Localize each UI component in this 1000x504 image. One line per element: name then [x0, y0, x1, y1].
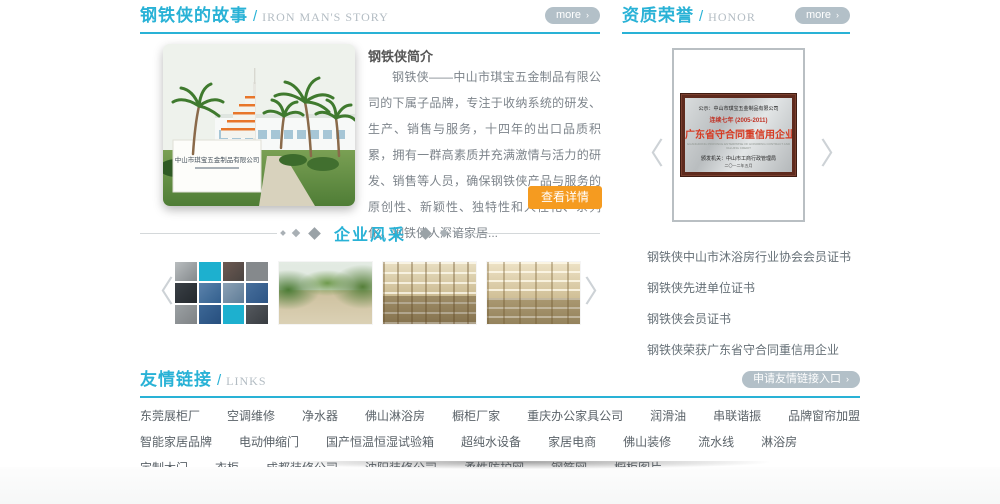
header-slash: / [217, 372, 221, 389]
friend-link[interactable]: 家居电商 [548, 435, 596, 449]
honor-more-button[interactable]: more › [795, 7, 850, 24]
content-bottom-shadow [150, 461, 890, 472]
honor-list-item[interactable]: 钢铁侠先进单位证书 [647, 279, 857, 296]
showcase-thumbnail-mosaic[interactable] [175, 262, 268, 324]
honor-list-item[interactable]: 钢铁侠中山市沐浴房行业协会会员证书 [647, 248, 857, 265]
about-paragraph: 钢铁侠——中山市琪宝五金制品有限公司的下属子品牌，专注于收纳系统的研发、生产、销… [368, 64, 601, 246]
mosaic-cell [175, 305, 197, 324]
friend-link[interactable]: 润滑油 [650, 409, 686, 423]
showcase-thumbnail-road[interactable] [279, 262, 372, 324]
honor-header-text: 资质荣誉 / HONOR [622, 1, 756, 26]
friend-link[interactable]: 东莞展柜厂 [140, 409, 200, 423]
showcase-next-arrow[interactable]: 〉 [584, 278, 614, 308]
mosaic-cell [246, 283, 268, 302]
honor-list-item[interactable]: 钢铁侠荣获广东省守合同重信用企业 [647, 341, 857, 358]
honor-subtitle: HONOR [708, 10, 756, 25]
plaque-years-line: 连续七年 (2005-2011) [685, 115, 792, 124]
mosaic-cell [223, 262, 245, 281]
gate-sign-text: 中山市琪宝五金制品有限公司 [175, 155, 260, 164]
plaque-company-line: 公示：中山市琪宝五金制品有限公司 [685, 105, 792, 112]
header-slash: / [699, 8, 703, 25]
honor-section-header: 资质荣誉 / HONOR more › [622, 2, 850, 34]
divider-line-right [463, 233, 600, 234]
honor-next-arrow[interactable]: 〉 [820, 140, 850, 170]
links-subtitle: LINKS [226, 374, 266, 389]
friend-link[interactable]: 超纯水设备 [461, 435, 521, 449]
diamond-dot-icon [454, 230, 460, 236]
story-section-header: 钢铁侠的故事 / IRON MAN'S STORY more › [140, 2, 600, 34]
showcase-prev-arrow[interactable]: 〈 [144, 278, 174, 308]
diamond-dot-icon [280, 230, 286, 236]
diamond-icon [308, 227, 321, 240]
certificate-plaque-face: 公示：中山市琪宝五金制品有限公司 连续七年 (2005-2011) 广东省守合同… [685, 98, 792, 172]
page: 钢铁侠的故事 / IRON MAN'S STORY more › [0, 0, 1000, 504]
mosaic-cell [175, 262, 197, 281]
chevron-right-icon: › [846, 374, 849, 384]
honor-more-label: more [806, 9, 831, 21]
footer-band [0, 467, 1000, 504]
mosaic-cell [223, 283, 245, 302]
showcase-thumbnail-workshop1[interactable] [383, 262, 476, 324]
about-heading: 钢铁侠简介 [368, 46, 600, 65]
apply-link-button[interactable]: 申请友情链接入口 › [742, 371, 860, 388]
diamond-dot-icon [292, 229, 300, 237]
mosaic-cell [199, 305, 221, 324]
friend-link[interactable]: 串联谐振 [713, 409, 761, 423]
showcase-divider: 企业风采 [140, 222, 600, 244]
mosaic-cell [223, 305, 245, 324]
story-title: 钢铁侠的故事 [140, 1, 248, 26]
certificate-plaque: 公示：中山市琪宝五金制品有限公司 连续七年 (2005-2011) 广东省守合同… [680, 93, 797, 177]
honor-prev-arrow[interactable]: 〈 [634, 140, 664, 170]
links-title: 友情链接 [140, 365, 212, 390]
diamond-icon [419, 227, 432, 240]
view-details-button[interactable]: 查看详情 [528, 186, 602, 209]
friend-link[interactable]: 流水线 [698, 435, 734, 449]
friend-link[interactable]: 重庆办公家具公司 [527, 409, 623, 423]
friend-link[interactable]: 智能家居品牌 [140, 435, 212, 449]
showcase-thumbnail-workshop2[interactable] [487, 262, 580, 324]
friend-link[interactable]: 电动伸缩门 [239, 435, 299, 449]
mosaic-cell [246, 262, 268, 281]
plaque-award-title: 广东省守合同重信用企业 [685, 126, 792, 141]
chevron-right-icon: › [836, 10, 839, 20]
story-more-label: more [556, 9, 581, 21]
links-section-header: 友情链接 / LINKS 申请友情链接入口 › [140, 366, 860, 398]
friend-link[interactable]: 佛山淋浴房 [365, 409, 425, 423]
chevron-right-icon: › [586, 10, 589, 20]
story-header-text: 钢铁侠的故事 / IRON MAN'S STORY [140, 1, 389, 26]
story-subtitle: IRON MAN'S STORY [262, 10, 389, 25]
friend-link[interactable]: 佛山装修 [623, 435, 671, 449]
mosaic-cell [246, 305, 268, 324]
showcase-title: 企业风采 [334, 221, 406, 245]
honor-list: 钢铁侠中山市沐浴房行业协会会员证书钢铁侠先进单位证书钢铁侠会员证书钢铁侠荣获广东… [647, 248, 857, 372]
story-more-button[interactable]: more › [545, 7, 600, 24]
mosaic-cell [199, 262, 221, 281]
friend-link[interactable]: 橱柜厂家 [452, 409, 500, 423]
divider-line-left [140, 233, 277, 234]
friend-link[interactable]: 淋浴房 [761, 435, 797, 449]
friend-link[interactable]: 空调维修 [227, 409, 275, 423]
mosaic-cell [175, 283, 197, 302]
certificate-card[interactable]: 公示：中山市琪宝五金制品有限公司 连续七年 (2005-2011) 广东省守合同… [672, 48, 805, 222]
apply-link-label: 申请友情链接入口 [753, 373, 841, 385]
company-photo[interactable]: 中山市琪宝五金制品有限公司 [163, 44, 355, 206]
header-slash: / [253, 8, 257, 25]
plaque-english-line: GUANGDONG PROVINCE ENTERPRISE OF HONORIN… [685, 142, 792, 150]
honor-title: 资质荣誉 [622, 1, 694, 26]
links-header-text: 友情链接 / LINKS [140, 365, 267, 390]
diamond-dot-icon [440, 229, 448, 237]
honor-list-item[interactable]: 钢铁侠会员证书 [647, 310, 857, 327]
plaque-date-line: 二〇一二年五月 [685, 163, 792, 169]
friend-link[interactable]: 国产恒温恒湿试验箱 [326, 435, 434, 449]
mosaic-cell [199, 283, 221, 302]
factory-entrance-illustration: 中山市琪宝五金制品有限公司 [163, 44, 355, 206]
friend-link[interactable]: 品牌窗帘加盟 [788, 409, 860, 423]
plaque-issuer-line: 颁发机关：中山市工商行政管理局 [685, 155, 792, 162]
friend-link[interactable]: 净水器 [302, 409, 338, 423]
